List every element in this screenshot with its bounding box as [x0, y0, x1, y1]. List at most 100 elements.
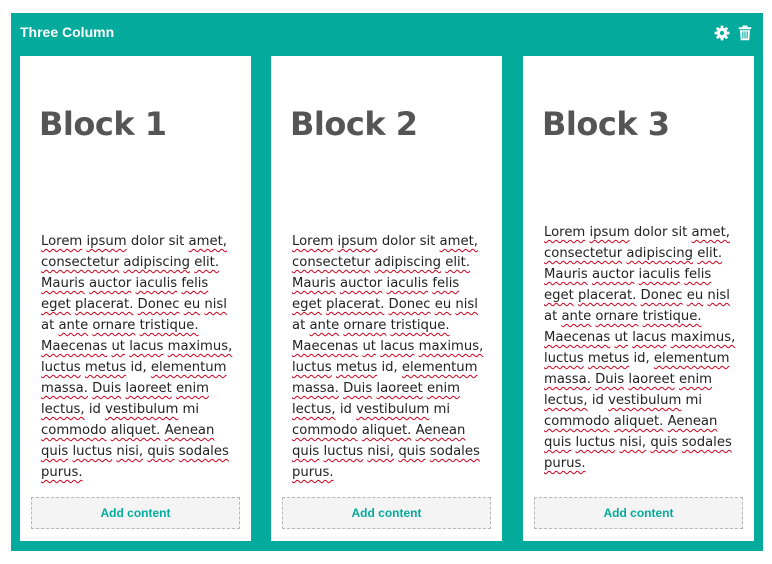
body-word: iaculis [638, 267, 681, 282]
body-word: elementum [653, 351, 730, 366]
body-word: nisi, [116, 444, 144, 459]
body-word: luctus [323, 444, 364, 459]
body-word: metus [335, 360, 378, 375]
body-word: nisi, [619, 435, 647, 450]
body-word: dolor [381, 234, 416, 249]
body-word: elementum [401, 360, 478, 375]
body-word: quis [544, 435, 572, 450]
body-word: id, [381, 360, 398, 375]
body-word: ornare [595, 309, 639, 324]
body-word: elit. [445, 255, 471, 270]
panel-actions [714, 25, 753, 41]
body-word: Duis [595, 372, 625, 387]
body-word: mi [685, 393, 703, 408]
body-word: Aenean [667, 414, 718, 429]
body-word: enim [426, 381, 460, 396]
body-word: sit [419, 234, 436, 249]
body-word: dolor [633, 225, 668, 240]
body-word: aliquet. [110, 423, 161, 438]
body-word: purus. [41, 465, 83, 480]
column-2: Block 2 Lorem ipsum dolor sit amet, cons… [271, 56, 502, 541]
body-word: tristique. [390, 318, 450, 333]
body-word: adipiscing [374, 255, 442, 270]
body-word: placerat. [577, 288, 637, 303]
body-word: laoreet [125, 381, 172, 396]
body-word: consectetur [544, 246, 623, 261]
body-word: auctor [88, 276, 132, 291]
body-word: sit [168, 234, 185, 249]
body-word: felis [432, 276, 460, 291]
body-word: id, [130, 360, 147, 375]
body-word: sodales [429, 444, 480, 459]
body-word: sit [671, 225, 688, 240]
body-word: id [591, 393, 604, 408]
gear-icon[interactable] [714, 25, 730, 41]
body-word: ipsum [337, 234, 378, 249]
body-word: vestibulum [105, 402, 179, 417]
body-word: commodo [544, 414, 610, 429]
body-word: iaculis [386, 276, 429, 291]
body-word: eu [434, 297, 452, 312]
body-word: Maecenas [292, 339, 359, 354]
body-word: mi [182, 402, 200, 417]
body-word: quis [147, 444, 175, 459]
body-word: consectetur [292, 255, 371, 270]
body-word: elementum [150, 360, 227, 375]
body-word: massa. [292, 381, 339, 396]
body-word: lacus [632, 330, 667, 345]
body-word: purus. [292, 465, 334, 480]
body-word: felis [684, 267, 712, 282]
body-word: maximus, [670, 330, 736, 345]
body-word: quis [292, 444, 320, 459]
body-word: auctor [591, 267, 635, 282]
body-word: amet, [188, 234, 227, 249]
body-word: tristique. [139, 318, 199, 333]
body-word: sodales [681, 435, 732, 450]
body-word: commodo [292, 423, 358, 438]
body-word: felis [181, 276, 209, 291]
body-word: massa. [41, 381, 88, 396]
body-word: quis [41, 444, 69, 459]
body-word: massa. [544, 372, 591, 387]
add-content-button[interactable]: Add content [534, 497, 743, 529]
body-word: quis [650, 435, 678, 450]
add-content-button[interactable]: Add content [31, 497, 240, 529]
body-word: luctus [292, 360, 332, 375]
body-word: luctus [41, 360, 81, 375]
body-word: quis [398, 444, 426, 459]
body-word: placerat. [325, 297, 385, 312]
body-word: Lorem [41, 234, 83, 249]
body-word: lacus [380, 339, 415, 354]
three-column-panel: Three Column Block 1 Lorem ipsum dolor s… [11, 13, 763, 551]
body-word: lectus, [41, 402, 85, 417]
body-word: elit. [194, 255, 220, 270]
body-word: vestibulum [608, 393, 682, 408]
body-word: at [292, 318, 306, 333]
body-word: eu [686, 288, 704, 303]
body-word: adipiscing [123, 255, 191, 270]
column-body-text: Lorem ipsum dolor sit amet, consectetur … [544, 222, 742, 474]
body-word: Duis [92, 381, 122, 396]
body-word: at [41, 318, 55, 333]
body-word: lacus [129, 339, 164, 354]
body-word: metus [587, 351, 630, 366]
body-word: Mauris [544, 267, 588, 282]
add-content-button[interactable]: Add content [282, 497, 491, 529]
body-word: Duis [343, 381, 373, 396]
body-word: tristique. [642, 309, 702, 324]
body-word: Mauris [41, 276, 85, 291]
body-word: Maecenas [544, 330, 611, 345]
body-word: id [88, 402, 101, 417]
body-word: at [544, 309, 558, 324]
column-1: Block 1 Lorem ipsum dolor sit amet, cons… [20, 56, 251, 541]
body-word: Donec [137, 297, 180, 312]
body-word: ipsum [589, 225, 630, 240]
body-word: purus. [544, 456, 586, 471]
trash-icon[interactable] [737, 25, 753, 41]
body-word: luctus [544, 351, 584, 366]
body-word: lectus, [544, 393, 588, 408]
body-word: ornare [92, 318, 136, 333]
body-word: Donec [388, 297, 431, 312]
body-word: Aenean [415, 423, 466, 438]
body-word: eget [41, 297, 71, 312]
